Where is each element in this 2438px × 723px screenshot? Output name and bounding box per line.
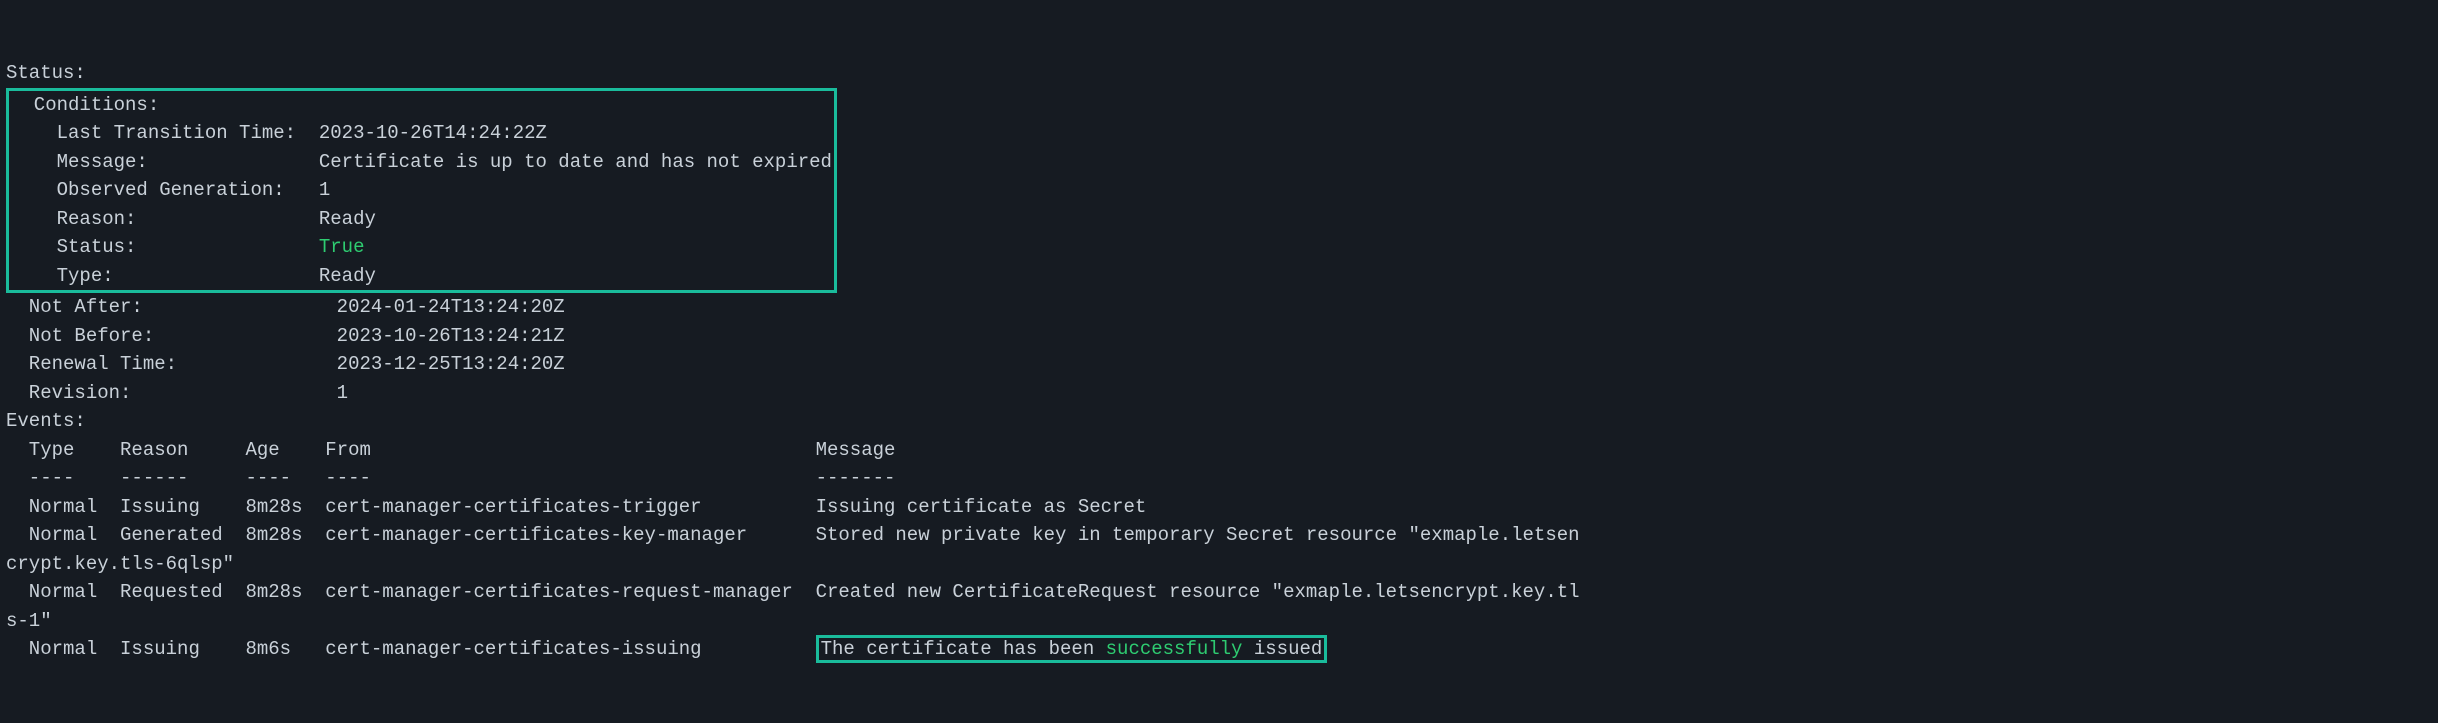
event-row-from: cert-manager-certificates-trigger: [325, 496, 701, 518]
event-row-age: 8m28s: [245, 581, 302, 603]
events-divider-reason: ------: [120, 467, 188, 489]
reason-value: Ready: [319, 208, 376, 230]
observed-generation-value: 1: [319, 179, 330, 201]
event-row-message: Stored new private key in temporary Secr…: [816, 524, 1580, 546]
event-row-message-p1: The certificate has been: [821, 638, 1106, 660]
events-divider-age: ----: [245, 467, 291, 489]
event-row-from: cert-manager-certificates-key-manager: [325, 524, 747, 546]
type-value: Ready: [319, 265, 376, 287]
events-header-reason: Reason: [120, 439, 188, 461]
event-row-type: Normal: [6, 524, 97, 546]
not-before-label: Not Before:: [6, 325, 154, 347]
event-row-age: 8m6s: [245, 638, 291, 660]
last-transition-time-label: Last Transition Time:: [11, 122, 296, 144]
event-row-reason: Requested: [120, 581, 223, 603]
event-row-type: Normal: [6, 496, 97, 518]
event-row-type: Normal: [6, 638, 97, 660]
not-before-value: 2023-10-26T13:24:21Z: [337, 325, 565, 347]
events-header-message: Message: [816, 439, 896, 461]
events-divider-message: -------: [816, 467, 896, 489]
revision-label: Revision:: [6, 382, 131, 404]
status-inner-label: Status:: [11, 236, 136, 258]
success-message-box: The certificate has been successfully is…: [816, 635, 1328, 663]
events-header-from: From: [325, 439, 371, 461]
renewal-time-value: 2023-12-25T13:24:20Z: [337, 353, 565, 375]
observed-generation-label: Observed Generation:: [11, 179, 285, 201]
event-row-message: Created new CertificateRequest resource …: [816, 581, 1580, 603]
event-row-message-wrap: crypt.key.tls-6qlsp": [6, 553, 234, 575]
revision-value: 1: [337, 382, 348, 404]
event-row-message-wrap: s-1": [6, 610, 52, 632]
message-value: Certificate is up to date and has not ex…: [319, 151, 832, 173]
events-label: Events:: [6, 410, 86, 432]
message-label: Message:: [11, 151, 148, 173]
last-transition-time-value: 2023-10-26T14:24:22Z: [319, 122, 547, 144]
conditions-label: Conditions:: [11, 94, 159, 116]
event-row-age: 8m28s: [245, 524, 302, 546]
event-row-reason: Generated: [120, 524, 223, 546]
renewal-time-label: Renewal Time:: [6, 353, 177, 375]
event-row-from: cert-manager-certificates-request-manage…: [325, 581, 792, 603]
type-label: Type:: [11, 265, 114, 287]
event-row-age: 8m28s: [245, 496, 302, 518]
events-header-age: Age: [245, 439, 279, 461]
event-row-reason: Issuing: [120, 496, 200, 518]
status-inner-value: True: [319, 236, 365, 258]
event-row-from: cert-manager-certificates-issuing: [325, 638, 701, 660]
status-heading: Status:: [6, 62, 86, 84]
conditions-box: Conditions: Last Transition Time: 2023-1…: [6, 88, 837, 294]
events-divider-type: ----: [6, 467, 74, 489]
event-row-message: Issuing certificate as Secret: [816, 496, 1147, 518]
events-divider-from: ----: [325, 467, 371, 489]
event-row-reason: Issuing: [120, 638, 200, 660]
reason-label: Reason:: [11, 208, 136, 230]
not-after-value: 2024-01-24T13:24:20Z: [337, 296, 565, 318]
event-row-message-p2: issued: [1242, 638, 1322, 660]
event-row-type: Normal: [6, 581, 97, 603]
events-header-type: Type: [6, 439, 74, 461]
event-row-message-success: successfully: [1106, 638, 1243, 660]
not-after-label: Not After:: [6, 296, 143, 318]
